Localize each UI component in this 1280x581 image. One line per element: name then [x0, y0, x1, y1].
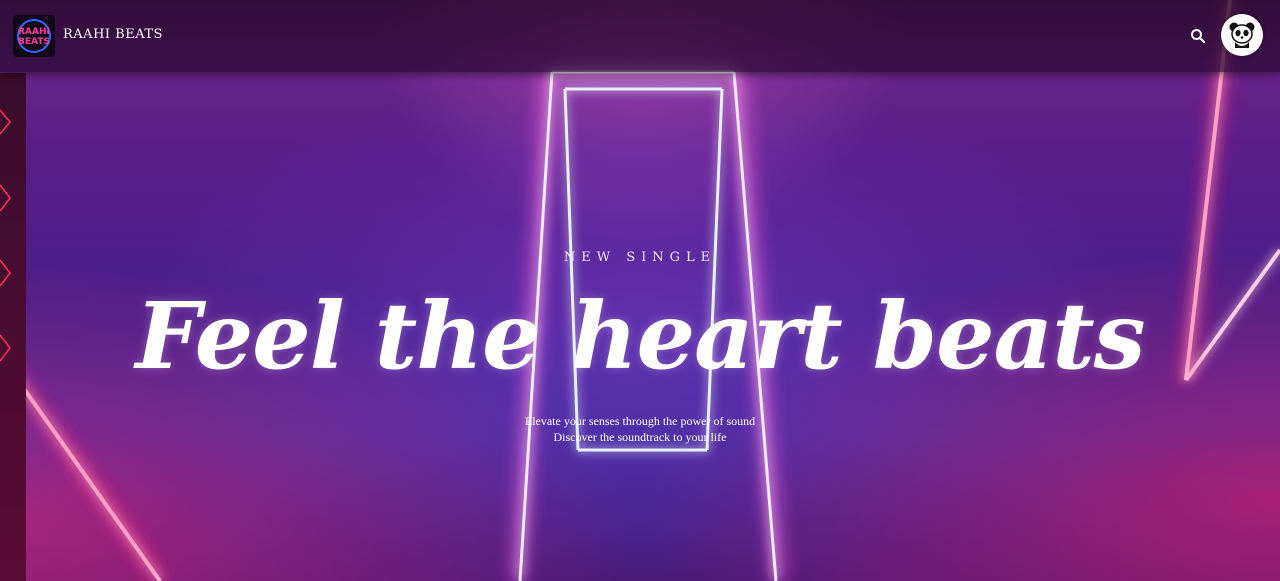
top-navigation-bar: RAAHI BEATS RAAHI BEATS — [0, 0, 1280, 72]
raahi-beats-logo-icon: RAAHI BEATS — [17, 19, 51, 53]
hero-subtitle-line-1: Elevate your senses through the power of… — [524, 414, 756, 428]
panda-icon — [1229, 22, 1255, 48]
brand-logo[interactable]: RAAHI BEATS — [13, 15, 55, 57]
hero-subtitle-line-2: Discover the soundtrack to your life — [553, 430, 727, 444]
brand-name[interactable]: RAAHI BEATS — [63, 27, 163, 42]
user-avatar[interactable] — [1221, 14, 1263, 56]
svg-text:RAAHI: RAAHI — [18, 27, 50, 37]
search-button[interactable] — [1188, 26, 1208, 46]
search-icon — [1191, 29, 1206, 44]
svg-text:BEATS: BEATS — [18, 37, 50, 47]
hero-headline: Feel the heart beats — [135, 282, 1145, 390]
hero-kicker: NEW SINGLE — [563, 250, 717, 265]
hero-subtitle: Elevate your senses through the power of… — [0, 413, 1280, 445]
